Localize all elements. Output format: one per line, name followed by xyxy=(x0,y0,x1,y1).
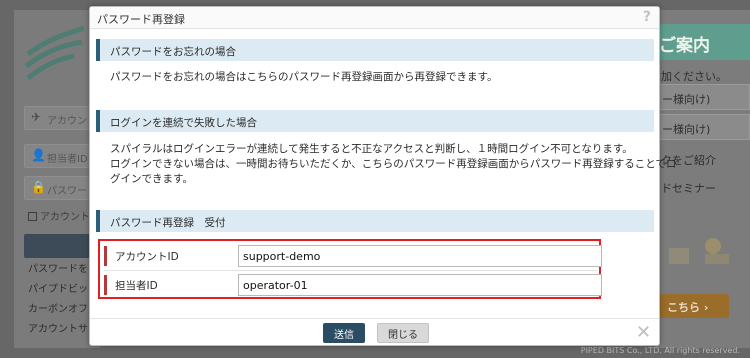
guide-link-1[interactable]: ー様向け) xyxy=(655,84,750,110)
account-id-label: アカウントID xyxy=(104,246,179,266)
section-heading-forgot: パスワードをお忘れの場合 xyxy=(96,39,654,61)
user-icon: 👤 xyxy=(31,148,46,162)
submit-button[interactable]: 送信 xyxy=(323,323,365,343)
close-icon[interactable]: ✕ xyxy=(636,322,651,343)
guide-panel: ご案内 加ください。 ー様向け) ー様向け) クをご紹介 ドセミナー こちら › xyxy=(655,10,750,348)
account-id-input[interactable] xyxy=(238,245,602,267)
modal-header: パスワード再登録 ? xyxy=(90,7,659,29)
modal-body: パスワードをお忘れの場合 パスワードをお忘れの場合はこちらのパスワード再登録画面… xyxy=(90,30,676,318)
wing-icon: ✈ xyxy=(31,110,42,124)
checkbox-icon xyxy=(28,212,37,221)
section-text-line-3: グインできます。 xyxy=(110,173,193,185)
close-button[interactable]: 閉じる xyxy=(377,323,429,343)
forgot-password-link[interactable]: パスワードを xyxy=(28,260,88,275)
modal-title: パスワード再登録 xyxy=(97,13,185,26)
reset-form: アカウントID 担当者ID xyxy=(98,239,602,299)
spiral-logo xyxy=(24,25,85,80)
account-id-row: アカウントID xyxy=(104,244,602,268)
guide-heading: ご案内 xyxy=(655,24,750,60)
staff-id-input[interactable] xyxy=(238,274,602,296)
section-text-line-2: ログインできない場合は、一時間お待ちいただくか、こちらのパスワード再登録画面から… xyxy=(110,158,677,170)
section-text-line-1: スパイラルはログインエラーが連続して発生すると不正なアクセスと判断し、１時間ログ… xyxy=(110,143,633,155)
lock-icon: 🔒 xyxy=(31,180,46,194)
guide-cta-button[interactable]: こちら › xyxy=(659,294,729,318)
piped-link[interactable]: パイプドビッ xyxy=(28,280,88,295)
carbon-offset-link[interactable]: カーボンオフ xyxy=(28,300,88,315)
section-heading-reception: パスワード再登録 受付 xyxy=(96,210,654,232)
section-heading-login-failed: ログインを連続で失敗した場合 xyxy=(96,110,654,132)
staff-id-label: 担当者ID xyxy=(104,275,158,295)
password-reset-modal: パスワード再登録 ? パスワードをお忘れの場合 パスワードをお忘れの場合はこちら… xyxy=(89,6,676,346)
login-panel: ✈ アカウン 👤 担当者ID 🔒 パスワー アカウント パスワードを パイプドビ… xyxy=(14,10,102,348)
help-icon[interactable]: ? xyxy=(643,9,651,25)
copyright-footer: PIPED BITS Co., LTD. All rights reserved… xyxy=(580,346,740,355)
guide-link-2[interactable]: ー様向け) xyxy=(655,114,750,140)
staff-id-row: 担当者ID xyxy=(104,273,602,297)
guide-text-2[interactable]: ドセミナー xyxy=(661,180,716,196)
remember-checkbox[interactable]: アカウント xyxy=(28,208,90,223)
modal-footer: 送信 閉じる ✕ xyxy=(90,318,659,346)
illustration-image xyxy=(669,238,729,264)
section-text-forgot: パスワードをお忘れの場合はこちらのパスワード再登録画面から再登録できます。 xyxy=(110,71,498,83)
account-support-link[interactable]: アカウントサ xyxy=(28,320,88,335)
row-divider xyxy=(104,270,597,271)
guide-subtext: 加ください。 xyxy=(661,70,727,83)
